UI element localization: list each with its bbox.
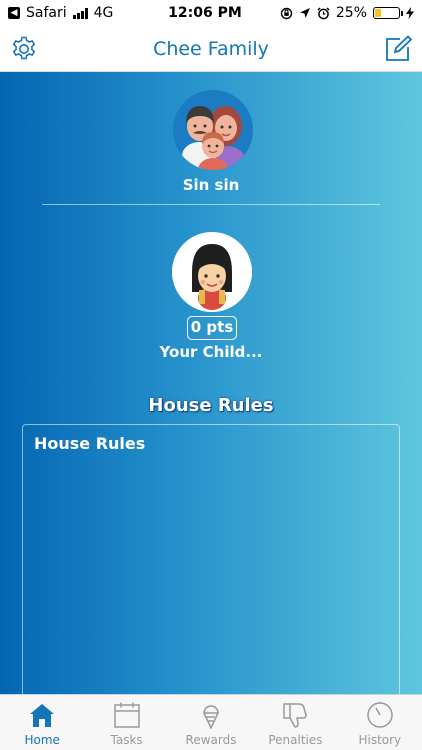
status-right: 25% <box>262 5 422 21</box>
battery-icon <box>373 7 403 19</box>
child-avatar[interactable] <box>172 232 252 312</box>
tab-bar: Home Tasks Rewards Penalties History <box>0 694 422 750</box>
clock-icon <box>367 702 393 728</box>
nav-bar: Chee Family <box>0 26 422 72</box>
tab-penalties-label: Penalties <box>268 733 323 747</box>
section-divider <box>42 204 380 205</box>
tab-rewards[interactable]: Rewards <box>169 695 253 750</box>
house-rules-heading: House Rules <box>148 395 274 416</box>
tab-home[interactable]: Home <box>0 695 84 750</box>
child-avatar-icon <box>172 232 252 312</box>
back-app-label[interactable]: Safari <box>26 5 67 21</box>
network-label: 4G <box>93 5 114 21</box>
back-to-app-icon[interactable]: ◀ <box>8 7 20 19</box>
tab-rewards-label: Rewards <box>185 733 237 747</box>
signal-icon <box>72 7 88 19</box>
tab-penalties[interactable]: Penalties <box>253 695 337 750</box>
alarm-icon <box>317 6 330 19</box>
status-left: ◀ Safari 4G <box>0 5 160 21</box>
charging-icon <box>406 7 414 19</box>
tab-history-label: History <box>358 733 402 747</box>
points-badge: 0 pts <box>187 316 237 340</box>
home-icon <box>30 704 55 727</box>
orientation-lock-icon <box>280 7 293 19</box>
parent-avatar[interactable] <box>173 90 253 170</box>
parent-name: Sin sin <box>182 176 240 194</box>
status-time: 12:06 PM <box>168 5 242 21</box>
gear-icon <box>12 36 36 60</box>
page-title: Chee Family <box>153 37 269 60</box>
main-content: Sin sin 0 pts Your Child... House Rules … <box>0 72 422 694</box>
ice-cream-icon <box>203 705 219 729</box>
calendar-icon <box>113 702 140 728</box>
settings-button[interactable] <box>8 33 40 65</box>
tab-tasks-label: Tasks <box>110 733 143 747</box>
house-rules-box[interactable]: House Rules <box>22 424 400 694</box>
tab-history[interactable]: History <box>338 695 422 750</box>
tab-tasks[interactable]: Tasks <box>84 695 168 750</box>
edit-icon <box>386 35 412 61</box>
status-bar: ◀ Safari 4G 12:06 PM 25% <box>0 0 422 26</box>
thumbs-down-icon <box>283 703 308 728</box>
house-rules-label: House Rules <box>34 434 146 453</box>
location-icon <box>299 8 310 18</box>
battery-percent: 25% <box>335 5 367 21</box>
child-name[interactable]: Your Child... <box>0 343 422 361</box>
family-avatar-icon <box>173 90 253 170</box>
edit-button[interactable] <box>382 33 414 65</box>
tab-home-label: Home <box>24 733 60 747</box>
